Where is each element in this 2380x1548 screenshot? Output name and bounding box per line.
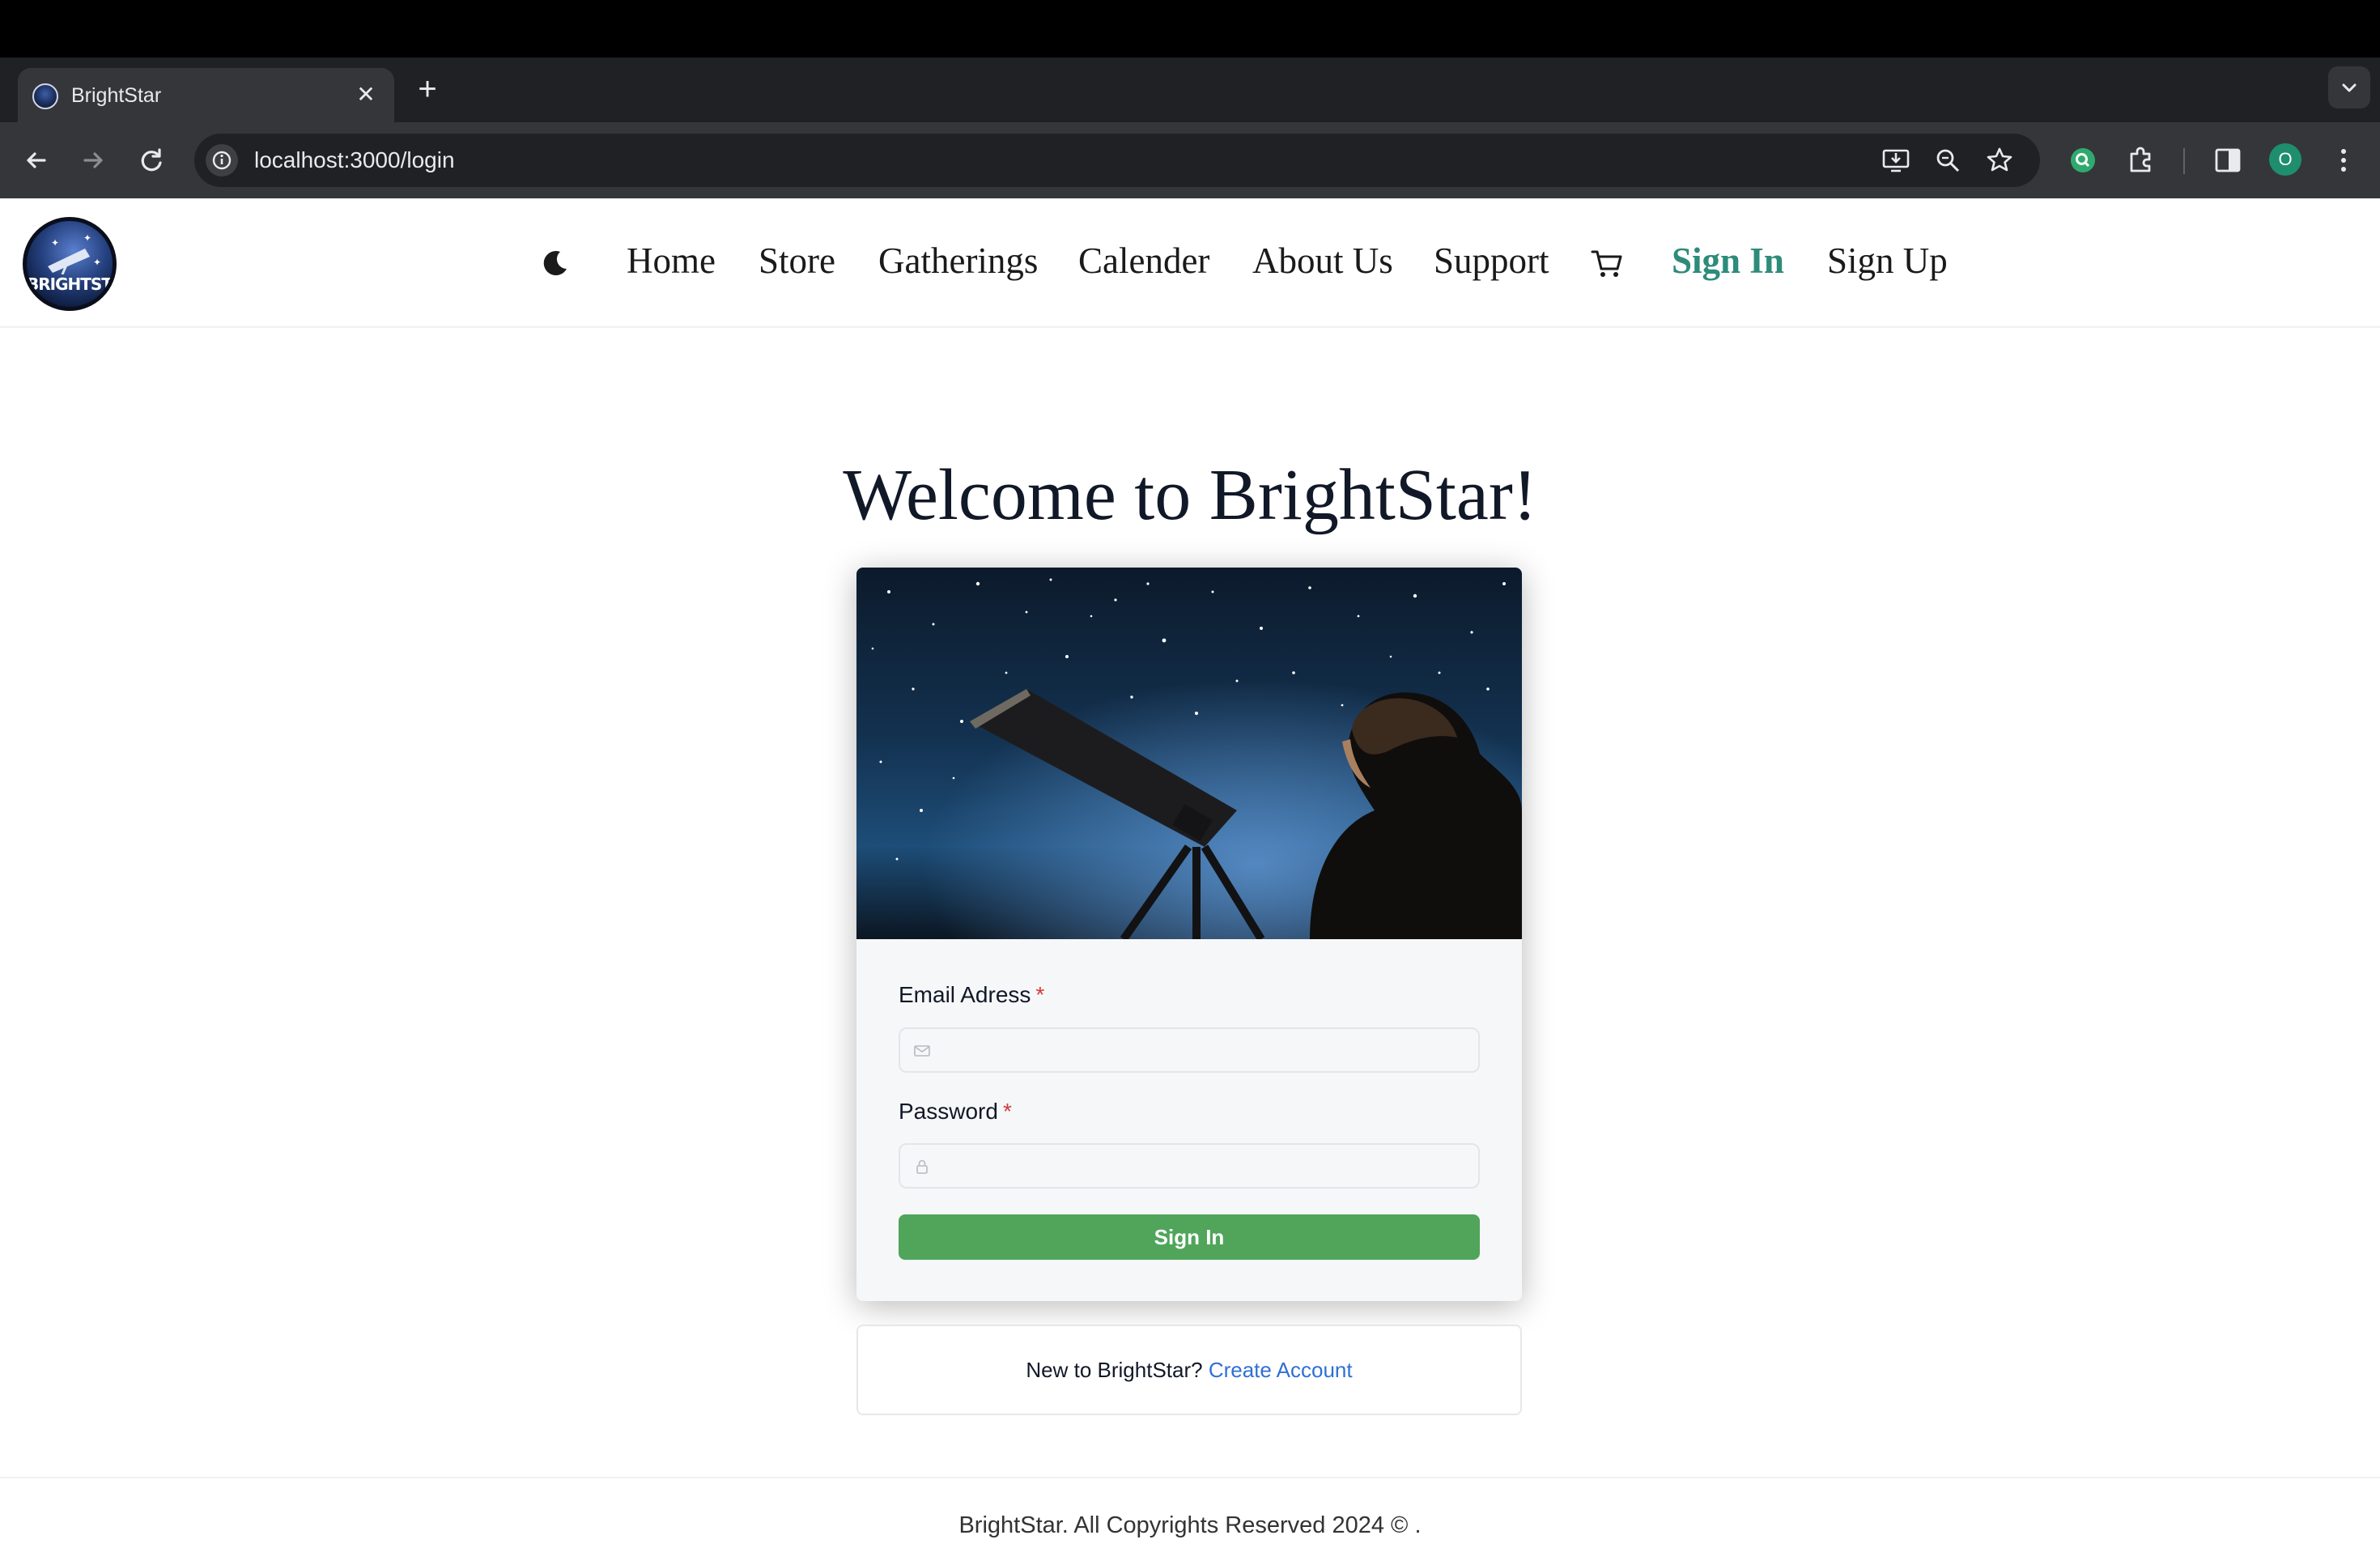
lock-icon <box>916 1159 928 1174</box>
nav-sign-in[interactable]: Sign In <box>1672 239 1784 283</box>
zoom-icon[interactable] <box>1932 144 1964 176</box>
new-tab-button[interactable]: + <box>410 72 445 108</box>
tab-search-button[interactable] <box>2328 66 2370 108</box>
email-label: Email Adress * <box>899 982 1045 1007</box>
reload-button[interactable] <box>133 142 170 179</box>
forward-button[interactable] <box>74 142 112 179</box>
profile-avatar[interactable]: O <box>2269 143 2301 176</box>
browser-tab[interactable]: BrightStar ✕ <box>18 68 394 122</box>
required-asterisk: * <box>1002 1099 1012 1124</box>
nav-gatherings[interactable]: Gatherings <box>878 239 1038 283</box>
signup-prompt: New to BrightStar? <box>1026 1358 1203 1382</box>
arrow-right-icon <box>83 152 103 168</box>
footer-copyright: BrightStar. All Copyrights Reserved 2024… <box>958 1512 1422 1538</box>
bookmark-star-icon[interactable] <box>1983 144 2016 176</box>
extension-search-icon[interactable] <box>2064 142 2102 179</box>
hero-illustration <box>856 568 1522 939</box>
window-top-bar <box>0 0 2380 57</box>
site-info-icon[interactable] <box>206 144 238 176</box>
tab-title: BrightStar <box>71 84 162 107</box>
toolbar-separator <box>2183 148 2185 174</box>
install-app-icon[interactable] <box>1880 144 1912 176</box>
browser-toolbar: localhost:3000/login <box>0 122 2380 198</box>
extensions-puzzle-icon[interactable] <box>2123 142 2160 179</box>
brightstar-logo[interactable]: ✦ ✦ ✦ BRIGHTSTAR <box>23 217 117 311</box>
nav-support[interactable]: Support <box>1434 239 1549 283</box>
telescope-icon <box>48 249 90 274</box>
moon-icon[interactable] <box>539 247 572 279</box>
mail-icon <box>914 1045 930 1057</box>
nav-about-us[interactable]: About Us <box>1252 239 1393 283</box>
back-button[interactable] <box>18 142 55 179</box>
required-asterisk: * <box>1035 982 1045 1007</box>
create-account-box: New to BrightStar? Create Account <box>856 1325 1522 1415</box>
password-label: Password * <box>899 1099 1012 1124</box>
email-input[interactable] <box>939 1029 1473 1071</box>
cart-icon[interactable] <box>1589 245 1625 281</box>
tab-strip: BrightStar ✕ + <box>0 57 2380 122</box>
site-header: ✦ ✦ ✦ BRIGHTSTAR Home Store Gatherings C… <box>0 198 2380 328</box>
email-field[interactable] <box>899 1027 1480 1073</box>
chevron-down-icon <box>2342 83 2357 92</box>
password-input[interactable] <box>939 1145 1473 1187</box>
footer-divider <box>0 1477 2380 1478</box>
address-bar[interactable]: localhost:3000/login <box>194 134 2040 187</box>
close-tab-icon[interactable]: ✕ <box>351 79 381 110</box>
password-field[interactable] <box>899 1143 1480 1189</box>
arrow-left-icon <box>27 152 46 168</box>
page-title: Welcome to BrightStar! <box>843 455 1537 535</box>
logo-text: BRIGHTSTAR <box>27 274 113 294</box>
favicon-icon <box>32 83 58 109</box>
url-text[interactable]: localhost:3000/login <box>254 147 455 173</box>
sign-in-button[interactable]: Sign In <box>899 1214 1480 1260</box>
reload-icon <box>141 148 162 172</box>
nav-calender[interactable]: Calender <box>1078 239 1209 283</box>
create-account-link[interactable]: Create Account <box>1209 1358 1353 1382</box>
menu-dots-icon[interactable] <box>2325 142 2362 179</box>
stargazer-image <box>856 568 1522 939</box>
nav-home[interactable]: Home <box>627 239 716 283</box>
side-panel-icon[interactable] <box>2209 142 2246 179</box>
nav-store[interactable]: Store <box>759 239 835 283</box>
nav-sign-up[interactable]: Sign Up <box>1827 239 1948 283</box>
login-card: Email Adress * Password * Sign In <box>856 568 1522 1301</box>
